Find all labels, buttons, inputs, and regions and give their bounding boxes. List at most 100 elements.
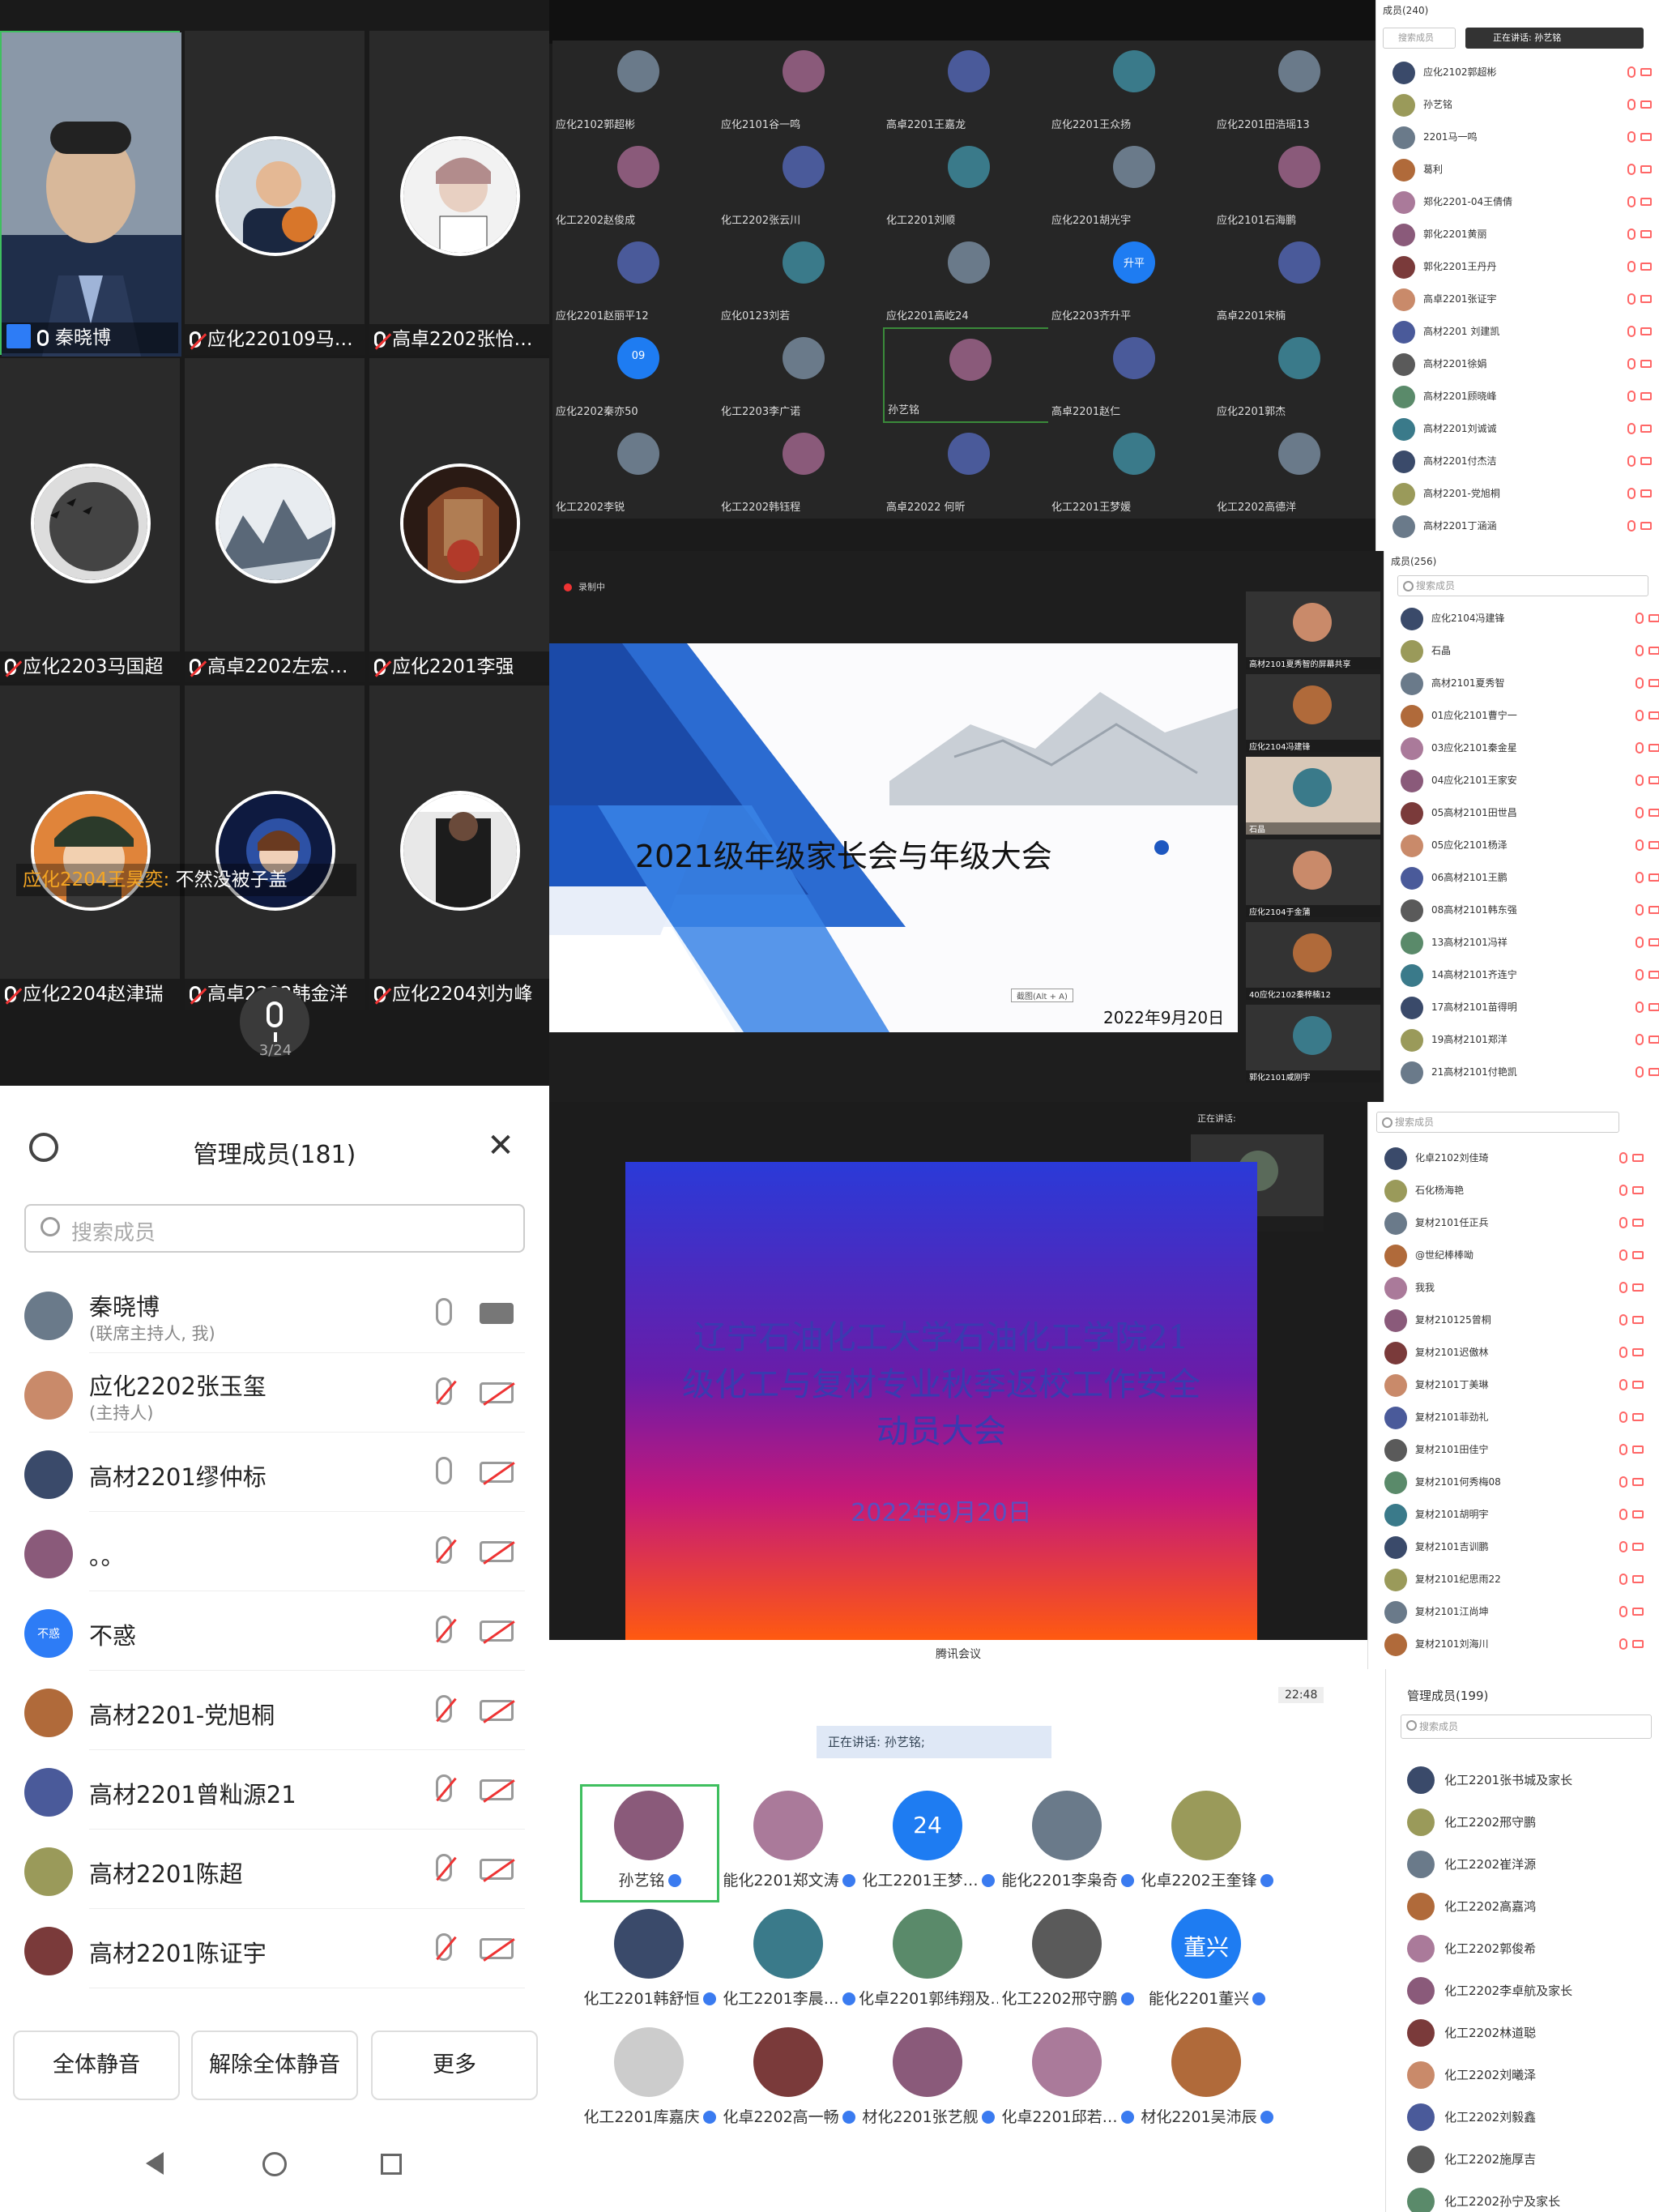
camera-off-icon[interactable] — [480, 1541, 514, 1562]
search-input[interactable]: 搜索成员 — [1383, 28, 1456, 49]
camera-off-icon[interactable] — [1640, 327, 1652, 335]
mic-muted-icon[interactable] — [1619, 1606, 1627, 1617]
mic-muted-icon[interactable] — [1627, 455, 1636, 467]
camera-off-icon[interactable] — [1640, 68, 1652, 76]
gallery-tile[interactable]: 应化2201郭杰 — [1213, 327, 1375, 423]
member-row[interactable]: 高材2201-党旭桐 — [1384, 478, 1652, 509]
mic-icon[interactable] — [436, 1457, 452, 1484]
mic-muted-icon[interactable] — [1627, 358, 1636, 369]
participant-tile[interactable]: 化卓2201郭纬翔及… — [859, 1906, 998, 2019]
camera-icon[interactable] — [480, 1303, 514, 1324]
mic-muted-icon[interactable] — [1636, 839, 1644, 851]
member-row[interactable]: 化工2202孙宁及家长 — [1386, 2180, 1653, 2212]
participant-tile[interactable]: 能化2201李枭奇 — [998, 1787, 1137, 1901]
mic-muted-icon[interactable] — [1619, 1249, 1627, 1261]
camera-off-icon[interactable] — [1640, 230, 1652, 238]
member-row[interactable]: 19高材2101郑洋 — [1392, 1024, 1659, 1055]
member-row[interactable]: 化卓2102刘佳琦 — [1376, 1142, 1644, 1173]
video-tile[interactable]: 高卓2202左宏… — [185, 358, 365, 682]
member-row[interactable]: 秦晓博 (联席主持人, 我) — [0, 1274, 549, 1353]
member-row[interactable]: 不惑 不惑 — [0, 1591, 549, 1671]
member-row[interactable]: 应化2202张玉玺 (主持人) — [0, 1353, 549, 1433]
member-row[interactable]: 高材2201刘诚诚 — [1384, 413, 1652, 444]
mic-muted-icon[interactable] — [1619, 1574, 1627, 1585]
mic-muted-icon[interactable] — [1636, 1066, 1644, 1078]
mic-muted-icon[interactable] — [1619, 1379, 1627, 1390]
mic-muted-icon[interactable] — [1619, 1314, 1627, 1326]
camera-off-icon[interactable] — [480, 1462, 514, 1483]
gallery-tile[interactable]: 孙艺铭 — [883, 327, 1050, 423]
participant-tile[interactable]: 化工2202邢守鹏 — [998, 1906, 1137, 2019]
mic-muted-icon[interactable] — [1636, 969, 1644, 980]
member-row[interactable]: 复材2101菲劲礼 — [1376, 1402, 1644, 1433]
mic-muted-icon[interactable] — [1627, 131, 1636, 143]
camera-off-icon[interactable] — [480, 1859, 514, 1880]
search-input[interactable]: 搜索成员 — [1397, 575, 1648, 596]
mic-muted-icon[interactable] — [1619, 1509, 1627, 1520]
home-nav-icon[interactable] — [262, 2152, 287, 2176]
member-row[interactable]: 化工2202刘曦泽 — [1386, 2053, 1653, 2095]
participant-tile[interactable]: 化卓2202高一畅 — [719, 2024, 859, 2137]
gallery-tile[interactable]: 应化2101石海鹏 — [1213, 136, 1375, 232]
video-thumbnail[interactable]: 石晶 — [1246, 757, 1380, 835]
member-row[interactable]: 化工2202李卓航及家长 — [1386, 1969, 1653, 2011]
gallery-tile[interactable]: 化工2201王梦媛 — [1048, 423, 1215, 519]
member-row[interactable]: 郭化2201王丹丹 — [1384, 251, 1652, 282]
video-thumbnail[interactable]: 40应化2102秦梓楠12 — [1246, 922, 1380, 1000]
mic-muted-icon[interactable] — [1636, 1001, 1644, 1013]
camera-off-icon[interactable] — [1648, 679, 1659, 687]
mic-muted-icon[interactable] — [1636, 775, 1644, 786]
member-row[interactable]: 03应化2101秦金星 — [1392, 732, 1659, 763]
camera-off-icon[interactable] — [1632, 1510, 1644, 1518]
participant-tile[interactable]: 孙艺铭 — [580, 1787, 719, 1901]
video-tile[interactable]: 应化220109马… — [185, 31, 365, 355]
camera-off-icon[interactable] — [1648, 776, 1659, 784]
gallery-tile[interactable]: 应化2201胡光宇 — [1048, 136, 1215, 232]
member-row[interactable]: 06高材2101王鹏 — [1392, 862, 1659, 893]
mic-muted-icon[interactable] — [1619, 1347, 1627, 1358]
participant-tile[interactable]: 董兴 能化2201董兴 — [1137, 1906, 1277, 2019]
camera-off-icon[interactable] — [1632, 1186, 1644, 1194]
member-row[interactable]: 孙艺铭 — [1384, 89, 1652, 120]
camera-off-icon[interactable] — [1632, 1219, 1644, 1227]
video-tile[interactable]: 应化2203马国超 — [0, 358, 180, 682]
participant-tile[interactable]: 材化2201吴沛辰 — [1137, 2024, 1277, 2137]
recents-nav-icon[interactable] — [381, 2154, 402, 2175]
video-tile[interactable]: 秦晓博 — [0, 31, 181, 357]
member-row[interactable]: 14高材2101齐连宁 — [1392, 959, 1659, 990]
mic-muted-icon[interactable] — [1636, 613, 1644, 624]
camera-off-icon[interactable] — [1648, 938, 1659, 946]
member-row[interactable]: 04应化2101王家安 — [1392, 765, 1659, 796]
mic-muted-icon[interactable] — [1627, 196, 1636, 207]
member-row[interactable]: 石化杨海艳 — [1376, 1175, 1644, 1206]
mic-muted-icon[interactable] — [1636, 710, 1644, 721]
camera-off-icon[interactable] — [1640, 263, 1652, 271]
camera-off-icon[interactable] — [1640, 133, 1652, 141]
member-row[interactable]: 05高材2101田世昌 — [1392, 797, 1659, 828]
gallery-tile[interactable]: 应化2201王众扬 — [1048, 41, 1215, 136]
member-row[interactable]: 21高材2101付艳凯 — [1392, 1057, 1659, 1087]
mic-muted-icon[interactable] — [1627, 326, 1636, 337]
video-thumbnail[interactable]: 高材2101夏秀智的屏幕共享 — [1246, 591, 1380, 669]
camera-off-icon[interactable] — [1640, 392, 1652, 400]
camera-off-icon[interactable] — [1632, 1543, 1644, 1551]
camera-off-icon[interactable] — [1632, 1283, 1644, 1292]
mic-muted-icon[interactable] — [436, 1774, 452, 1802]
participant-tile[interactable]: 化工2201韩舒恒 — [580, 1906, 719, 2019]
camera-off-icon[interactable] — [1632, 1251, 1644, 1259]
member-row[interactable]: 化工2201张书城及家长 — [1386, 1758, 1653, 1800]
close-icon[interactable]: ✕ — [484, 1131, 517, 1164]
camera-off-icon[interactable] — [1632, 1348, 1644, 1356]
camera-off-icon[interactable] — [1632, 1413, 1644, 1421]
camera-off-icon[interactable] — [480, 1938, 514, 1959]
back-nav-icon[interactable] — [146, 2152, 164, 2175]
camera-off-icon[interactable] — [1648, 711, 1659, 720]
camera-off-icon[interactable] — [1648, 841, 1659, 849]
mic-muted-icon[interactable] — [1627, 520, 1636, 532]
mic-muted-icon[interactable] — [436, 1933, 452, 1961]
mic-muted-icon[interactable] — [436, 1536, 452, 1564]
mic-muted-icon[interactable] — [1636, 807, 1644, 818]
mic-muted-icon[interactable] — [1636, 1034, 1644, 1045]
camera-off-icon[interactable] — [1640, 425, 1652, 433]
member-row[interactable]: 化工2202刘毅鑫 — [1386, 2095, 1653, 2137]
